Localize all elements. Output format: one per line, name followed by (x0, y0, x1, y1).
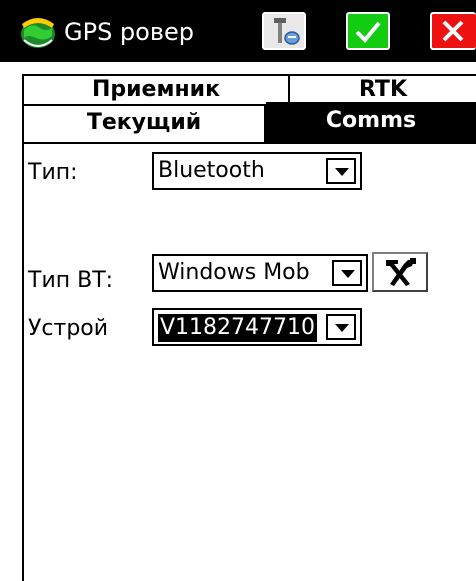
bt-type-value: Windows Mob (158, 260, 310, 285)
tab-current[interactable]: Текущий (22, 104, 266, 142)
device-select[interactable]: V1182747710 (152, 308, 362, 346)
bt-type-select[interactable]: Windows Mob (152, 254, 368, 292)
chevron-down-icon[interactable] (326, 314, 356, 340)
close-x-icon (442, 20, 464, 42)
bt-type-label: Тип ВТ: (28, 268, 114, 293)
device-label: Устрой (28, 316, 109, 341)
type-value: Bluetooth (158, 158, 265, 183)
tab-comms[interactable]: Comms (266, 102, 476, 142)
checkmark-icon (355, 21, 381, 43)
tab-rtk[interactable]: RTK (288, 74, 476, 104)
type-label: Тип: (28, 160, 78, 185)
settings-tool-button[interactable] (262, 12, 306, 50)
chevron-down-icon[interactable] (332, 260, 362, 286)
title-bar: GPS ровер (0, 0, 476, 62)
tab-strip: Приемник RTK Текущий Comms (0, 62, 476, 142)
chevron-down-icon[interactable] (326, 158, 356, 184)
type-select[interactable]: Bluetooth (152, 152, 362, 190)
pole-settings-icon (274, 18, 300, 45)
tab-receiver[interactable]: Приемник (22, 74, 290, 104)
hammer-wrench-icon (386, 258, 416, 286)
window-title: GPS ровер (64, 18, 194, 46)
bt-settings-button[interactable] (372, 252, 428, 292)
comms-panel: Тип: Bluetooth Тип ВТ: Windows Mob Устро… (22, 142, 476, 581)
ok-button[interactable] (346, 12, 390, 50)
close-button[interactable] (430, 12, 476, 50)
device-value: V1182747710 (158, 314, 318, 342)
gps-globe-icon (21, 18, 55, 48)
